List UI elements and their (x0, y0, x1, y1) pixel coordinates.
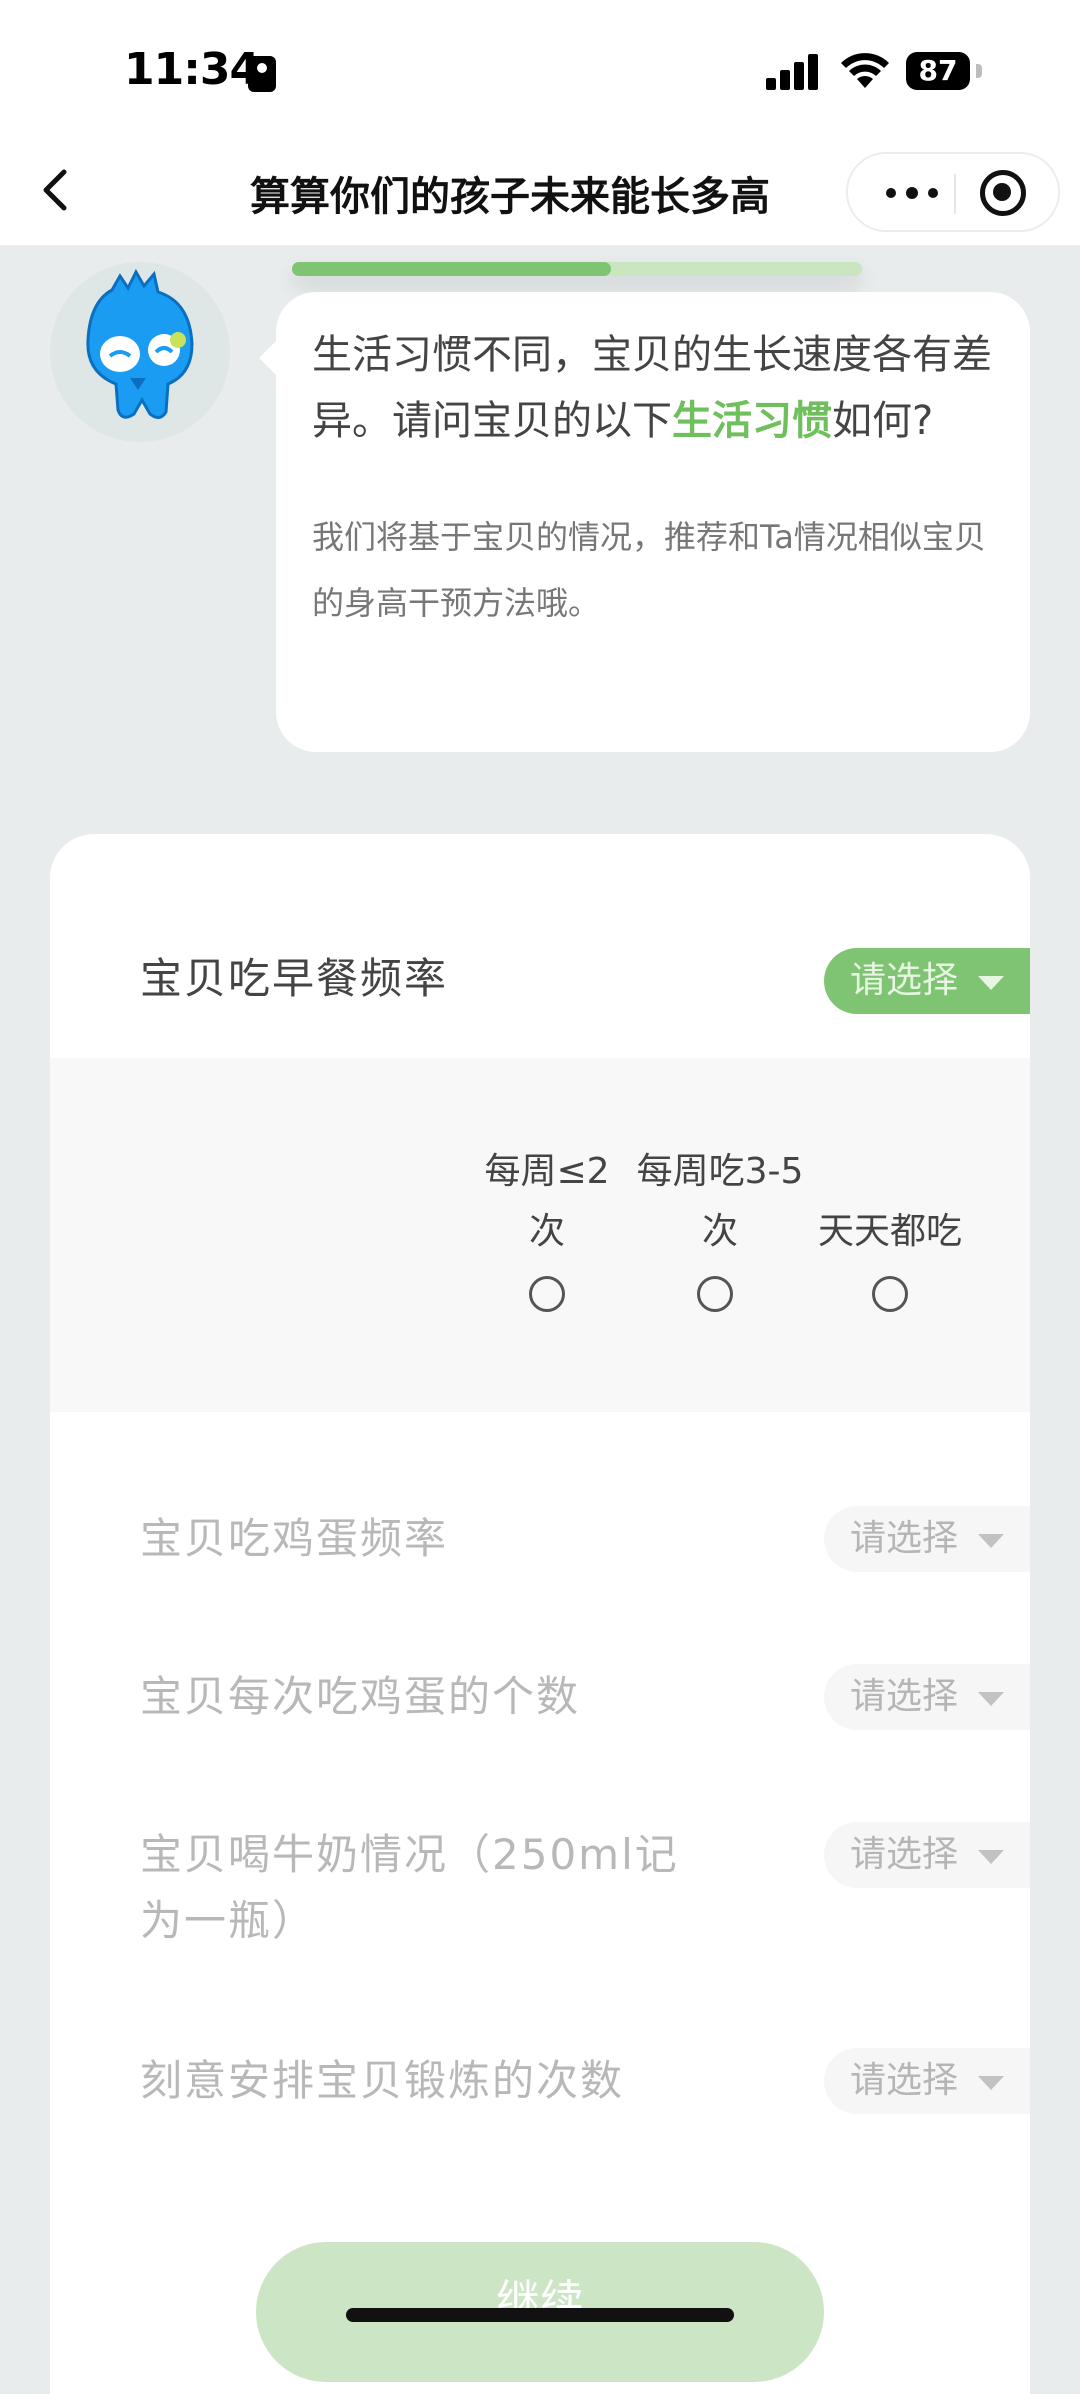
wifi-icon (841, 53, 889, 88)
top-bar: 11:34 87 算算你们的孩子未来能长多高 (0, 0, 1080, 245)
question-row-breakfast: 宝贝吃早餐频率 请选择 (50, 940, 1030, 1020)
close-program-button[interactable] (970, 160, 1034, 224)
option-3[interactable]: 天天都吃 (810, 1142, 970, 1312)
question-card: 宝贝吃早餐频率 请选择 每周≤2次 每周吃3-5次 天天都吃 宝贝吃鸡蛋频率 请… (50, 834, 1030, 2394)
speech-bubble: 生活习惯不同，宝贝的生长速度各有差异。请问宝贝的以下生活习惯如何? 我们将基于宝… (276, 292, 1030, 752)
contact-card-icon (248, 56, 276, 92)
battery-tip (976, 64, 982, 78)
mascot-avatar (50, 262, 230, 442)
question-row-exercise: 刻意安排宝贝锻炼的次数 请选择 (50, 2048, 1030, 2128)
question-label: 宝贝吃早餐频率 (140, 954, 449, 1003)
question-row-egg-count: 宝贝每次吃鸡蛋的个数 请选择 (50, 1664, 1030, 1744)
select-dropdown-breakfast[interactable]: 请选择 (824, 948, 1030, 1014)
status-time: 11:34 (124, 44, 260, 95)
question-label: 宝贝喝牛奶情况（250ml记为一瓶） (140, 1830, 679, 1945)
option-1[interactable]: 每周≤2次 (462, 1142, 632, 1312)
back-button[interactable] (36, 160, 76, 220)
bubble-main-text: 生活习惯不同，宝贝的生长速度各有差异。请问宝贝的以下生活习惯如何? (312, 332, 992, 444)
options-panel: 每周≤2次 每周吃3-5次 天天都吃 (50, 1058, 1030, 1412)
question-label: 宝贝每次吃鸡蛋的个数 (140, 1672, 581, 1721)
bubble-subtext: 我们将基于宝贝的情况，推荐和Ta情况相似宝贝的身高干预方法哦。 (312, 518, 986, 622)
home-indicator (346, 2308, 734, 2322)
mascot-icon (86, 268, 194, 419)
question-label: 宝贝吃鸡蛋频率 (140, 1514, 449, 1563)
radio-button[interactable] (697, 1276, 733, 1312)
progress-bar-fill (292, 262, 612, 276)
more-options-button[interactable] (866, 154, 954, 230)
radio-button[interactable] (529, 1276, 565, 1312)
select-dropdown-milk[interactable]: 请选择 (824, 1822, 1030, 1888)
battery-indicator: 87 (906, 52, 970, 90)
habit-highlight: 生活习惯 (672, 398, 832, 444)
radio-button[interactable] (872, 1276, 908, 1312)
caret-down-icon (978, 976, 1004, 990)
select-dropdown-egg-count[interactable]: 请选择 (824, 1664, 1030, 1730)
caret-down-icon (978, 1692, 1004, 1706)
cellular-signal-icon (766, 52, 822, 90)
caret-down-icon (978, 1534, 1004, 1548)
question-label: 刻意安排宝贝锻炼的次数 (140, 2056, 625, 2105)
caret-down-icon (978, 2076, 1004, 2090)
capsule-divider (954, 174, 956, 214)
page-title: 算算你们的孩子未来能长多高 (250, 174, 770, 220)
caret-down-icon (978, 1850, 1004, 1864)
option-2[interactable]: 每周吃3-5次 (630, 1142, 803, 1312)
question-row-egg-frequency: 宝贝吃鸡蛋频率 请选择 (50, 1506, 1030, 1586)
progress-bar (292, 262, 862, 276)
mini-program-capsule (846, 152, 1060, 232)
select-dropdown-egg-frequency[interactable]: 请选择 (824, 1506, 1030, 1572)
question-row-milk: 宝贝喝牛奶情况（250ml记为一瓶） 请选择 (50, 1822, 1030, 1962)
select-dropdown-exercise[interactable]: 请选择 (824, 2048, 1030, 2114)
